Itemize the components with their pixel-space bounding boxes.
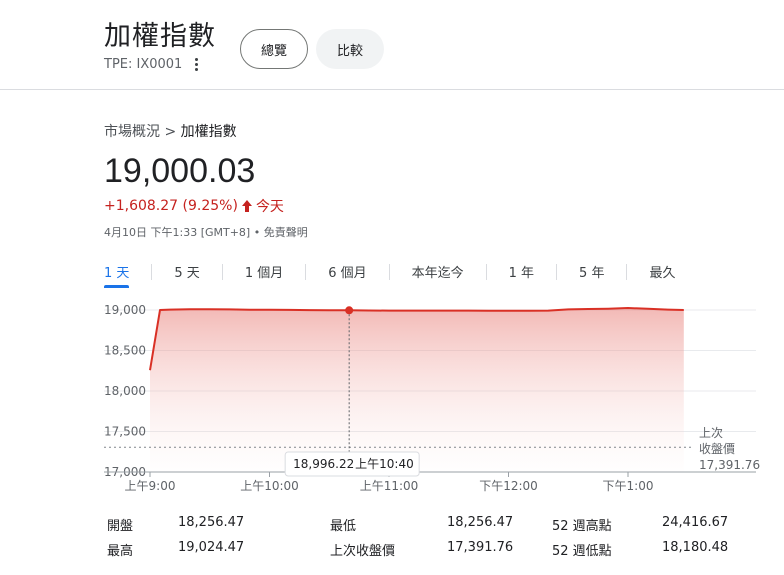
stat-value: 18,256.47 [178,515,245,530]
previous-close-label: 收盤價 [699,442,735,456]
stats-row: 開盤 18,256.47 最低 18,256.47 52 週高點 24,416.67 [107,515,747,540]
range-tab[interactable]: 1 個月 [245,258,283,288]
x-tick-label: 上午11:00 [360,479,419,493]
ticker-symbol: TPE: IX0001 [104,57,183,72]
stats-row: 最高 19,024.47 上次收盤價 17,391.76 52 週低點 18,180.48 [107,540,747,565]
tab-divider [556,264,558,280]
range-tab[interactable]: 1 年 [509,258,534,288]
price-change: +1,608.27 (9.25%) 今天 [104,196,284,216]
tab-divider [388,264,390,280]
stat-value: 18,256.47 [447,515,514,530]
stat-value: 17,391.76 [447,540,514,555]
stat-label: 最低 [330,519,357,534]
stat-label: 上次收盤價 [330,544,396,559]
range-tabs: 1 天 5 天 1 個月 6 個月 本年迄今 1 年 5 年 最久 [104,258,675,288]
x-tick-label: 下午12:00 [479,479,538,493]
stat-label: 52 週高點 [552,519,612,534]
stat-value: 19,024.47 [178,540,245,555]
more-options-icon[interactable] [192,56,201,73]
tab-divider [221,264,223,280]
current-price: 19,000.03 [104,152,256,190]
tab-divider [151,264,153,280]
range-tab[interactable]: 5 天 [174,258,199,288]
change-value: +1,608.27 (9.25%) [104,198,238,214]
index-title: 加權指數 [104,21,216,52]
previous-close-value: 17,391.76 [699,458,760,472]
range-tab[interactable]: 1 天 [104,258,130,288]
stat-value: 18,180.48 [662,540,729,555]
arrow-up-icon [241,199,253,213]
quote-timestamp: 4月10日 下午1:33 [GMT+8] • 免責聲明 [104,226,308,239]
y-tick-label: 17,500 [104,425,146,439]
overview-button[interactable]: 總覽 [240,29,308,69]
range-tab[interactable]: 5 年 [579,258,604,288]
quote-header: 加權指數 TPE: IX0001 總覽 比較 [0,0,784,90]
ticker-row: TPE: IX0001 [104,56,201,73]
x-tick-label: 上午10:00 [240,479,299,493]
previous-close-label: 上次 [699,426,723,440]
breadcrumb-market-overview[interactable]: 市場概況 [104,124,160,140]
tab-divider [305,264,307,280]
y-tick-label: 18,500 [104,344,146,358]
breadcrumb-separator: > [164,124,177,140]
stat-label: 最高 [107,544,134,559]
y-tick-label: 18,000 [104,384,146,398]
key-stats: 開盤 18,256.47 最低 18,256.47 52 週高點 24,416.67 最高 1… [107,515,747,565]
stat-label: 開盤 [107,519,134,534]
tooltip-value: 18,996.22 [293,457,354,471]
tab-divider [626,264,628,280]
breadcrumb-current: 加權指數 [180,124,237,140]
hover-point [345,306,354,315]
tooltip-time: 上午10:40 [355,457,414,471]
y-tick-label: 19,000 [104,303,146,317]
range-tab[interactable]: 最久 [649,258,675,288]
change-period: 今天 [255,199,284,215]
x-tick-label: 上午9:00 [125,479,176,493]
range-tab[interactable]: 本年迄今 [412,258,464,288]
range-tab[interactable]: 6 個月 [328,258,366,288]
tab-divider [485,264,487,280]
price-chart[interactable]: 19,00018,50018,00017,50017,000上午9:00 上午10… [0,290,784,500]
x-tick-label: 下午1:00 [603,479,654,493]
stat-value: 24,416.67 [662,515,729,530]
breadcrumb: 市場概況 > 加權指數 [104,121,237,141]
stat-label: 52 週低點 [552,544,612,559]
compare-button[interactable]: 比較 [316,29,384,69]
